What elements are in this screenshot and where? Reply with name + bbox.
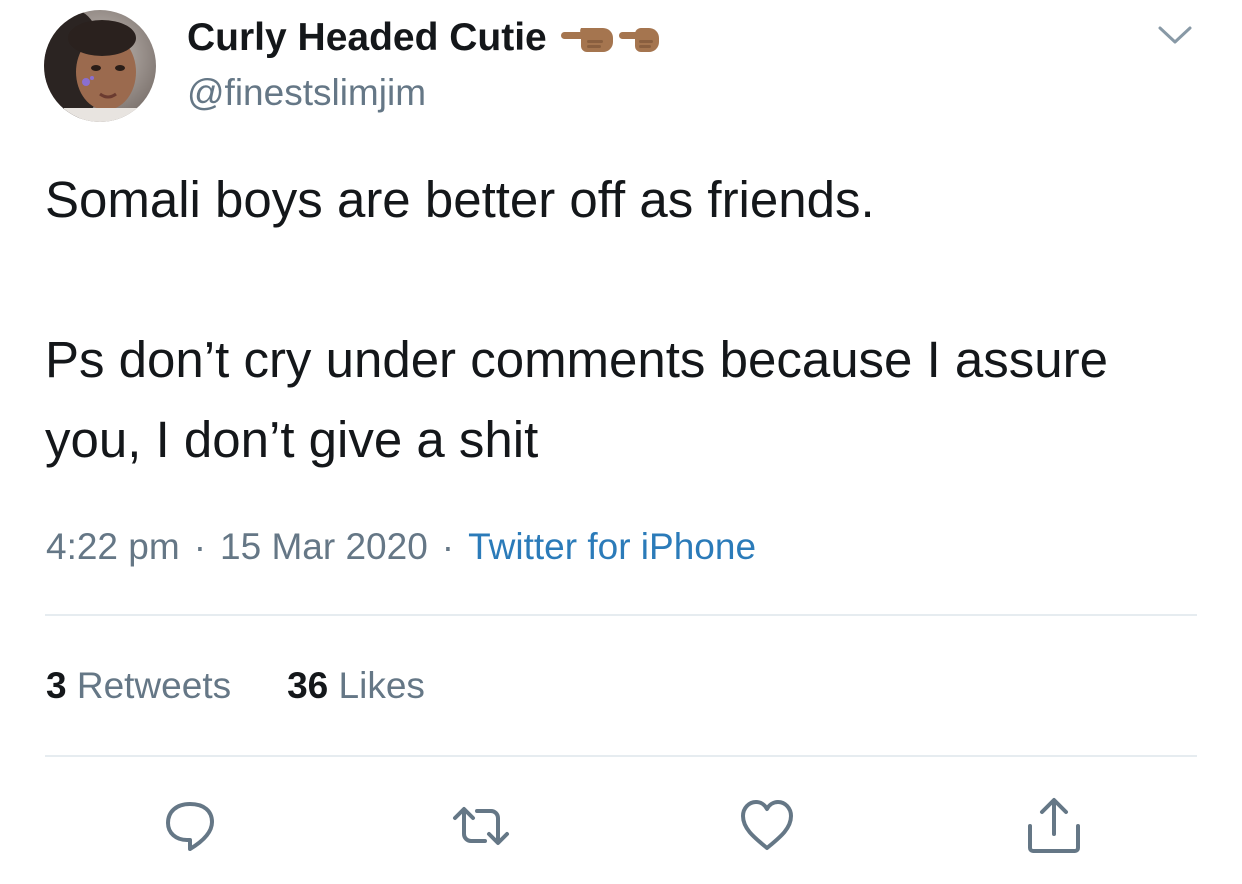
user-handle[interactable]: @finestslimjim xyxy=(187,70,426,116)
tweet-paragraph: Somali boys are better off as friends. xyxy=(45,171,875,228)
reply-icon[interactable] xyxy=(160,796,220,856)
retweets-label: Retweets xyxy=(76,665,232,706)
meta-separator: · xyxy=(193,526,207,567)
likes-label: Likes xyxy=(338,665,425,706)
share-icon[interactable] xyxy=(1024,796,1084,856)
tweet-paragraph: Ps don’t cry under comments because I as… xyxy=(45,331,1109,468)
tweet-date[interactable]: 15 Mar 2020 xyxy=(220,526,428,567)
meta-separator: · xyxy=(441,526,455,567)
display-name: Curly Headed Cutie xyxy=(187,16,547,59)
tweet-stats: 3 Retweets 36 Likes xyxy=(46,663,425,709)
retweets-count: 3 xyxy=(46,665,67,706)
pointing-hands-emoji-icon xyxy=(559,20,671,56)
divider xyxy=(45,755,1197,757)
likes-count: 36 xyxy=(287,665,329,706)
tweet-meta: 4:22 pm · 15 Mar 2020 · Twitter for iPhone xyxy=(46,524,756,570)
avatar[interactable] xyxy=(44,10,156,122)
chevron-down-icon[interactable] xyxy=(1155,20,1195,50)
divider xyxy=(45,614,1197,616)
retweets-stat[interactable]: 3 Retweets xyxy=(46,663,231,709)
retweet-icon[interactable] xyxy=(451,796,511,856)
heart-icon[interactable] xyxy=(737,796,797,856)
avatar-photo xyxy=(44,10,156,122)
tweet-source-link[interactable]: Twitter for iPhone xyxy=(468,526,756,567)
tweet-text: Somali boys are better off as friends. P… xyxy=(45,160,1205,480)
display-name-row[interactable]: Curly Headed Cutie xyxy=(187,14,671,62)
tweet-time[interactable]: 4:22 pm xyxy=(46,526,180,567)
likes-stat[interactable]: 36 Likes xyxy=(287,663,425,709)
